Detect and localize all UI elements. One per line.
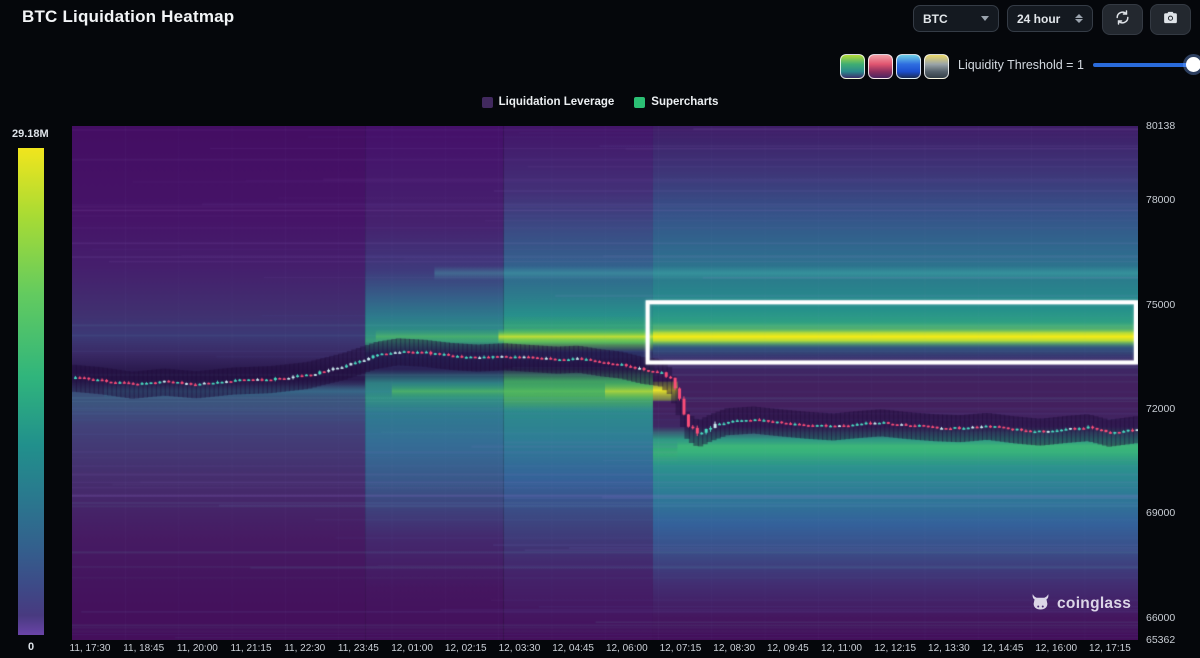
watermark: coinglass — [1031, 592, 1131, 616]
screenshot-button[interactable] — [1150, 4, 1191, 35]
legend-item-supercharts[interactable]: Supercharts — [634, 96, 718, 108]
liquidation-heatmap-canvas[interactable] — [72, 126, 1138, 640]
price-axis-label: 75000 — [1146, 299, 1175, 311]
time-axis-label: 12, 08:30 — [713, 643, 755, 654]
time-axis-label: 12, 04:45 — [552, 643, 594, 654]
time-axis-label: 12, 02:15 — [445, 643, 487, 654]
liquidity-threshold-label: Liquidity Threshold = 1 — [958, 58, 1084, 72]
time-axis-label: 12, 13:30 — [928, 643, 970, 654]
time-axis-label: 11, 17:30 — [70, 643, 111, 654]
time-axis-label: 12, 11:00 — [821, 643, 862, 654]
colorbar-min-label: 0 — [18, 641, 44, 653]
palette-swatch-pink[interactable] — [868, 54, 893, 79]
spinner-icon — [1075, 14, 1083, 23]
symbol-select[interactable]: BTC — [913, 5, 999, 32]
interval-select-value: 24 hour — [1017, 12, 1060, 26]
legend: Liquidation Leverage Supercharts — [0, 96, 1200, 108]
refresh-icon — [1114, 9, 1131, 31]
legend-label: Supercharts — [651, 96, 718, 108]
time-axis-label: 12, 16:00 — [1035, 643, 1077, 654]
camera-icon — [1162, 9, 1179, 31]
time-axis-label: 12, 09:45 — [767, 643, 809, 654]
legend-label: Liquidation Leverage — [499, 96, 615, 108]
colorbar-max-label: 29.18M — [12, 128, 49, 140]
watermark-text: coinglass — [1057, 595, 1131, 613]
slider-thumb[interactable] — [1186, 57, 1200, 72]
symbol-select-value: BTC — [923, 12, 948, 26]
price-axis-label: 69000 — [1146, 507, 1175, 519]
liquidity-threshold-slider[interactable] — [1093, 63, 1193, 67]
time-axis-label: 12, 07:15 — [660, 643, 702, 654]
chevron-down-icon — [981, 16, 989, 21]
price-axis-label: 80138 — [1146, 120, 1175, 132]
colorbar-gradient — [18, 148, 44, 635]
interval-select[interactable]: 24 hour — [1007, 5, 1093, 32]
time-axis-label: 11, 21:15 — [231, 643, 272, 654]
palette-swatch-viridis[interactable] — [840, 54, 865, 79]
price-axis-label: 72000 — [1146, 403, 1175, 415]
palette-swatch-yellow[interactable] — [924, 54, 949, 79]
price-axis-label: 66000 — [1146, 612, 1175, 624]
app-window: BTC Liquidation Heatmap BTC 24 hour Liqu… — [0, 0, 1200, 658]
legend-swatch-green — [634, 97, 645, 108]
refresh-button[interactable] — [1102, 4, 1143, 35]
time-axis-label: 11, 20:00 — [177, 643, 218, 654]
time-axis-label: 11, 22:30 — [284, 643, 325, 654]
price-axis-label: 78000 — [1146, 194, 1175, 206]
palette-swatch-blue[interactable] — [896, 54, 921, 79]
legend-item-liquidation-leverage[interactable]: Liquidation Leverage — [482, 96, 615, 108]
price-axis-label: 65362 — [1146, 634, 1175, 646]
time-axis-label: 12, 12:15 — [874, 643, 916, 654]
time-axis-label: 11, 18:45 — [123, 643, 164, 654]
time-axis-label: 12, 17:15 — [1089, 643, 1131, 654]
time-axis-label: 12, 01:00 — [391, 643, 433, 654]
legend-swatch-purple — [482, 97, 493, 108]
time-axis-label: 12, 06:00 — [606, 643, 648, 654]
page-title: BTC Liquidation Heatmap — [22, 7, 234, 27]
time-axis-label: 12, 14:45 — [982, 643, 1024, 654]
time-axis-label: 11, 23:45 — [338, 643, 379, 654]
time-axis-label: 12, 03:30 — [499, 643, 541, 654]
coinglass-bull-icon — [1031, 592, 1050, 616]
